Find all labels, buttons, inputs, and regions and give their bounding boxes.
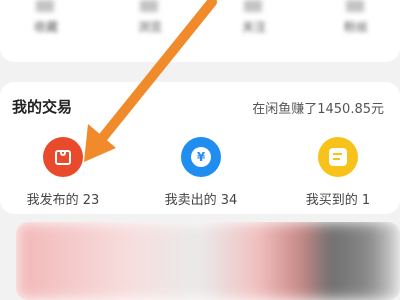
stat-label: 关注 — [241, 20, 266, 34]
bought-items-button[interactable]: 我买到的 1 — [275, 137, 395, 208]
sold-items-button[interactable]: ¥ 我卖出的 34 — [138, 137, 258, 208]
blurred-banner[interactable] — [16, 222, 400, 300]
blurred-stat-value — [36, 0, 54, 12]
blurred-stat-value — [346, 0, 364, 12]
banner-image — [16, 222, 400, 300]
blurred-stat-value — [140, 0, 158, 12]
published-label: 我发布的 23 — [26, 193, 100, 208]
purchase-icon — [318, 137, 358, 177]
stat-label: 收藏 — [33, 20, 58, 34]
earnings-summary[interactable]: 在闲鱼赚了1450.85元 — [252, 98, 384, 117]
my-trades-card: 我的交易 在闲鱼赚了1450.85元 我发布的 23 ¥ 我卖出的 34 我买到… — [0, 82, 400, 214]
stat-item-following[interactable]: 关注 — [232, 0, 276, 40]
bought-label: 我买到的 1 — [305, 193, 371, 208]
my-trades-title: 我的交易 — [12, 98, 73, 116]
bag-icon — [43, 137, 83, 177]
profile-stats-row: 收藏 浏览 关注 粉丝 — [0, 0, 400, 62]
yen-icon: ¥ — [181, 137, 221, 177]
stat-label: 浏览 — [137, 20, 162, 34]
blurred-stat-value — [244, 0, 262, 12]
stat-item-history[interactable]: 浏览 — [128, 0, 172, 40]
stat-item-followers[interactable]: 粉丝 — [334, 0, 378, 40]
stat-label: 粉丝 — [343, 20, 368, 34]
stat-item-favorites[interactable]: 收藏 — [24, 0, 68, 40]
sold-label: 我卖出的 34 — [164, 193, 238, 208]
published-items-button[interactable]: 我发布的 23 — [0, 137, 120, 208]
